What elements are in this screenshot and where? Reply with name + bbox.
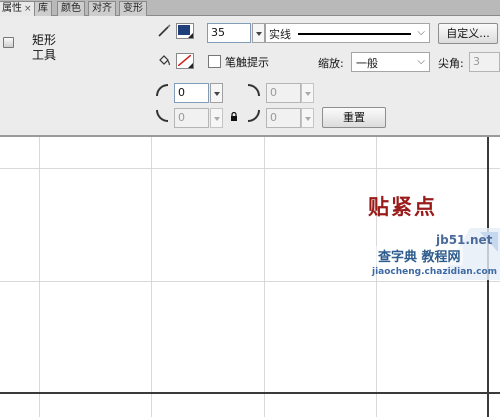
tab-library[interactable]: 库 xyxy=(34,1,52,16)
chevron-down-icon: ⌵ xyxy=(417,56,425,67)
grid-line xyxy=(0,281,500,282)
fill-color-swatch[interactable] xyxy=(176,53,194,69)
corner-radius-bottom-left-dropdown[interactable] xyxy=(210,108,223,128)
corner-radius-bottom-right-input[interactable]: 0 xyxy=(266,108,301,128)
grid-line xyxy=(264,137,265,417)
custom-stroke-button[interactable]: 自定义... xyxy=(438,23,498,44)
grid-line xyxy=(151,137,152,417)
corner-radius-bottom-right-dropdown[interactable] xyxy=(301,108,314,128)
scale-select[interactable]: 一般 ⌵ xyxy=(351,52,430,72)
stroke-style-preview xyxy=(298,33,411,35)
watermark-text: jiaocheng.chazidian.com xyxy=(372,267,498,277)
stroke-hinting-checkbox[interactable] xyxy=(208,55,221,68)
miter-label: 尖角: xyxy=(438,57,464,70)
watermark-text: jb51.net xyxy=(436,233,493,247)
stroke-width-dropdown-button[interactable] xyxy=(252,23,265,43)
reset-button[interactable]: 重置 xyxy=(322,107,386,128)
lock-icon[interactable] xyxy=(230,112,238,121)
tab-properties-label: 属性 xyxy=(2,3,22,14)
corner-top-right-icon xyxy=(248,84,260,96)
chevron-down-icon: ⌵ xyxy=(417,27,425,38)
annotation-text: 贴紧点 xyxy=(368,194,437,219)
corner-radius-top-right-input[interactable]: 0 xyxy=(266,83,301,103)
scale-label: 缩放: xyxy=(318,57,344,70)
chevron-down-icon xyxy=(188,63,193,68)
pencil-icon xyxy=(158,24,171,37)
tab-align[interactable]: 对齐 xyxy=(88,1,116,16)
grid-line xyxy=(39,137,40,417)
tab-color-label: 颜色 xyxy=(61,3,81,14)
stroke-color-swatch[interactable] xyxy=(176,23,194,39)
tab-color[interactable]: 颜色 xyxy=(57,1,85,16)
scale-value: 一般 xyxy=(356,57,378,70)
watermark-text: 查字典 教程网 xyxy=(376,246,463,265)
panel-tab-bar: 属性 × 库 颜色 对齐 变形 xyxy=(0,0,500,17)
corner-bottom-right-icon xyxy=(248,110,260,122)
properties-panel: 矩形 工具 35 实线 ⌵ 自定义... 笔触提示 缩放: 一般 ⌵ 尖角: 3 xyxy=(0,16,500,137)
miter-input[interactable]: 3 xyxy=(469,52,500,72)
tab-transform-label: 变形 xyxy=(123,3,143,14)
grid-line xyxy=(376,137,377,417)
corner-radius-top-right-dropdown[interactable] xyxy=(301,83,314,103)
stroke-style-select[interactable]: 实线 ⌵ xyxy=(265,23,430,43)
stage-boundary xyxy=(0,392,500,394)
chevron-down-icon xyxy=(188,33,193,38)
corner-bottom-left-icon xyxy=(156,110,168,122)
grid-line xyxy=(0,168,500,169)
stroke-style-label: 实线 xyxy=(269,28,291,41)
tab-library-label: 库 xyxy=(38,3,48,14)
corner-radius-bottom-left-input[interactable]: 0 xyxy=(174,108,209,128)
stroke-width-input[interactable]: 35 xyxy=(207,23,251,43)
stroke-hinting-label: 笔触提示 xyxy=(225,56,269,69)
corner-top-left-icon xyxy=(156,84,168,96)
tool-name: 矩形 工具 xyxy=(32,33,62,63)
tool-name-line1: 矩形 xyxy=(32,33,57,47)
close-icon[interactable]: × xyxy=(24,4,32,14)
paint-bucket-icon xyxy=(159,55,170,66)
tab-properties[interactable]: 属性 × xyxy=(0,1,36,17)
tab-align-label: 对齐 xyxy=(92,3,112,14)
corner-radius-top-left-input[interactable]: 0 xyxy=(174,83,209,103)
tool-name-line2: 工具 xyxy=(32,48,57,62)
corner-radius-top-left-dropdown[interactable] xyxy=(210,83,223,103)
rectangle-tool-icon xyxy=(3,37,14,48)
tab-transform[interactable]: 变形 xyxy=(119,1,147,16)
